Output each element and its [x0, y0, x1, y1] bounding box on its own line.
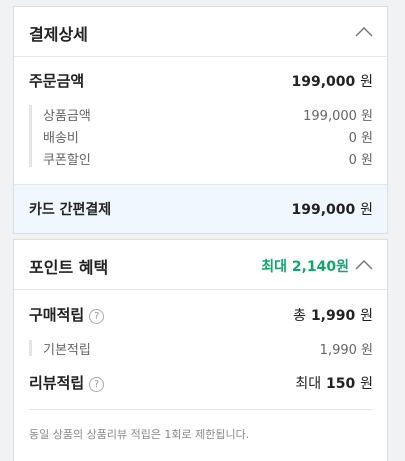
payment-detail-card: 결제상세 주문금액 199,000 원 상품금액 199,000 원 배송비 0…: [13, 6, 388, 234]
review-limit-notice: 동일 상품의 상품리뷰 적립은 1회로 제한됩니다.: [29, 428, 250, 441]
review-reward-row: 리뷰적립? 최대 150 원: [29, 372, 373, 393]
divider: [29, 409, 373, 410]
point-benefit-title: 포인트 혜택: [29, 258, 109, 277]
order-total-value: 199,000 원: [291, 74, 373, 90]
review-reward-value: 최대 150 원: [295, 376, 373, 392]
payment-method-label: 카드 간편결제: [29, 202, 112, 218]
product-amount-label: 상품금액: [43, 109, 91, 124]
order-total-row: 주문금액 199,000 원: [29, 70, 373, 91]
review-reward-label: 리뷰적립: [29, 374, 85, 392]
basic-reward-value: 1,990 원: [319, 343, 373, 358]
purchase-breakdown: 기본적립 1,990 원: [29, 338, 373, 358]
purchase-reward-row: 구매적립? 총 1,990 원: [29, 304, 373, 325]
payment-detail-header[interactable]: 결제상세: [14, 7, 387, 57]
chevron-up-icon[interactable]: [355, 26, 373, 38]
breakdown-bar: [29, 105, 32, 167]
review-reward-label-wrap: 리뷰적립?: [29, 372, 105, 393]
basic-reward-label: 기본적립: [43, 343, 91, 358]
order-total-label: 주문금액: [29, 72, 85, 90]
breakdown-bar: [29, 340, 32, 356]
shipping-fee-value: 0 원: [348, 131, 373, 146]
breakdown-row-shipping: 배송비 0 원: [43, 127, 373, 146]
order-breakdown: 상품금액 199,000 원 배송비 0 원 쿠폰할인 0 원: [29, 103, 373, 169]
breakdown-row-coupon: 쿠폰할인 0 원: [43, 149, 373, 168]
shipping-fee-label: 배송비: [43, 131, 79, 146]
payment-method-row: 카드 간편결제 199,000 원: [29, 199, 373, 219]
max-benefit-amount: 최대 2,140원: [261, 259, 349, 275]
help-icon[interactable]: ?: [89, 309, 105, 324]
coupon-discount-label: 쿠폰할인: [43, 153, 91, 168]
purchase-reward-label: 구매적립: [29, 306, 85, 324]
basic-reward-row: 기본적립 1,990 원: [43, 339, 373, 358]
point-benefit-header[interactable]: 포인트 혜택 최대 2,140원: [14, 240, 387, 290]
help-icon[interactable]: ?: [89, 377, 105, 392]
purchase-reward-value: 총 1,990 원: [293, 308, 373, 324]
point-benefit-card: 포인트 혜택 최대 2,140원 구매적립? 총 1,990 원 기본적립 1,…: [13, 239, 388, 461]
payment-method-section: 카드 간편결제 199,000 원: [14, 184, 387, 233]
chevron-up-icon[interactable]: [355, 259, 373, 271]
product-amount-value: 199,000 원: [303, 109, 373, 124]
breakdown-row-product: 상품금액 199,000 원: [43, 105, 373, 124]
coupon-discount-value: 0 원: [348, 153, 373, 168]
payment-detail-title: 결제상세: [29, 25, 88, 44]
purchase-reward-label-wrap: 구매적립?: [29, 304, 105, 325]
payment-method-value: 199,000 원: [291, 202, 373, 218]
